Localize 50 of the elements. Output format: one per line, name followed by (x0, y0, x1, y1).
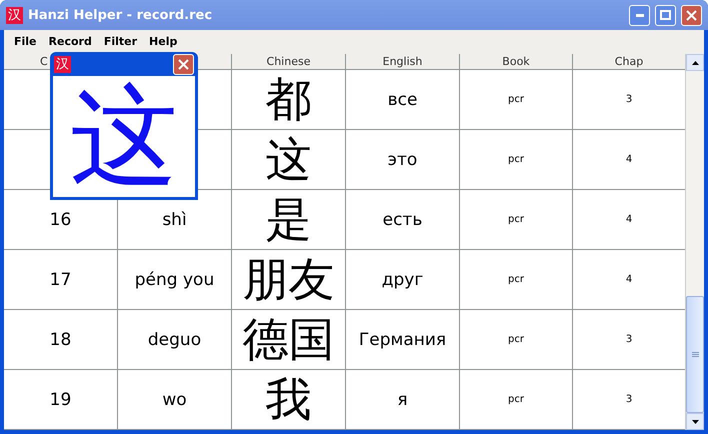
book-cell: pcr (460, 310, 573, 370)
book-cell: pcr (460, 130, 573, 190)
up-arrow-icon (692, 60, 698, 64)
book-cell: pcr (460, 70, 573, 130)
chinese-cell: 朋友 (232, 250, 346, 310)
close-icon (686, 10, 697, 20)
english-cell: это (346, 130, 460, 190)
menu-item[interactable]: Record (42, 34, 98, 48)
scrollbar[interactable] (685, 54, 704, 430)
number-cell: 17 (4, 250, 118, 310)
column-header[interactable]: Chinese (232, 54, 346, 70)
chinese-cell: 是 (232, 190, 346, 250)
english-cell: все (346, 70, 460, 130)
english-cell: есть (346, 190, 460, 250)
chinese-cell: 这 (232, 130, 346, 190)
maximize-button[interactable] (655, 4, 676, 26)
english-cell: я (346, 370, 460, 430)
english-cell: Германия (346, 310, 460, 370)
close-icon (178, 58, 189, 70)
pinyin-cell: deguo (118, 310, 232, 370)
pinyin-cell: péng you (118, 250, 232, 310)
number-cell: 19 (4, 370, 118, 430)
scroll-up-button[interactable] (686, 54, 704, 71)
large-character: 这 (70, 82, 178, 190)
scroll-down-button[interactable] (686, 413, 704, 430)
close-button[interactable] (173, 54, 194, 74)
minimize-icon (636, 14, 644, 16)
popup-icon: 汉 (54, 56, 71, 72)
column-header[interactable]: Chap (573, 54, 685, 70)
column-header[interactable]: English (346, 54, 460, 70)
window-title: Hanzi Helper - record.rec (28, 8, 214, 22)
maximize-icon (660, 10, 671, 20)
chinese-cell: 我 (232, 370, 346, 430)
down-arrow-icon (692, 420, 698, 424)
english-cell: друг (346, 250, 460, 310)
book-cell: pcr (460, 250, 573, 310)
scroll-thumb[interactable] (686, 296, 704, 413)
menu-item[interactable]: Help (143, 34, 184, 48)
app-icon: 汉 (6, 6, 23, 24)
book-cell: pcr (460, 370, 573, 430)
book-cell: pcr (460, 190, 573, 250)
column-header[interactable]: Book (460, 54, 573, 70)
minimize-button[interactable] (629, 4, 650, 26)
number-cell: 18 (4, 310, 118, 370)
pinyin-cell: wo (118, 370, 232, 430)
close-button[interactable] (681, 4, 702, 26)
menu-item[interactable]: File (8, 34, 43, 48)
chinese-cell: 德国 (232, 310, 346, 370)
chinese-cell: 都 (232, 70, 346, 130)
menu-item[interactable]: Filter (98, 34, 144, 48)
